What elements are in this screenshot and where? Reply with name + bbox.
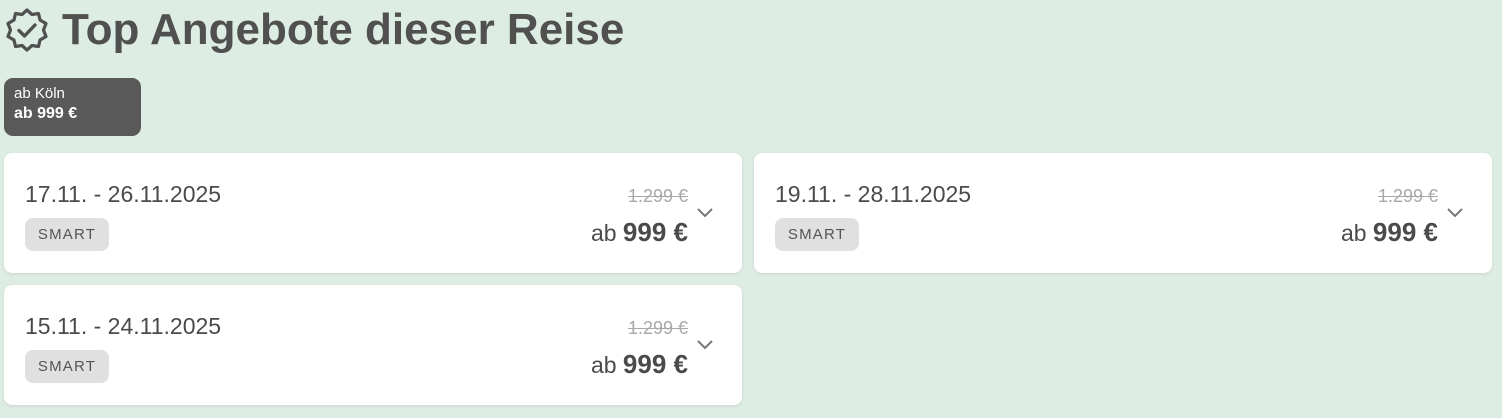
offer-price-amount: 999 € (622, 349, 688, 379)
offer-price: ab 999 € (1341, 217, 1438, 248)
departure-origin-label: ab Köln (14, 85, 65, 102)
offer-price: ab 999 € (591, 217, 688, 248)
offer-tag: SMART (25, 350, 109, 383)
chevron-down-icon[interactable] (1446, 205, 1464, 219)
chevron-down-icon[interactable] (696, 337, 714, 351)
offer-old-price: 1.299 € (1377, 186, 1438, 206)
offer-tag: SMART (775, 218, 859, 251)
offer-price-prefix: ab (590, 220, 617, 246)
offer-dates: 19.11. - 28.11.2025 (775, 181, 972, 207)
offer-old-price: 1.299 € (627, 318, 688, 338)
offer-price-amount: 999 € (622, 217, 688, 247)
chevron-down-icon[interactable] (696, 205, 714, 219)
offer-tag: SMART (25, 218, 109, 251)
offer-card[interactable]: 19.11. - 28.11.2025 SMART 1.299 € ab 999… (754, 153, 1492, 273)
offer-card[interactable]: 15.11. - 24.11.2025 SMART 1.299 € ab 999… (4, 285, 742, 405)
verified-badge-icon (4, 7, 50, 53)
offer-price-prefix: ab (590, 352, 617, 378)
section-heading: Top Angebote dieser Reise (4, 4, 624, 56)
offer-dates: 15.11. - 24.11.2025 (25, 313, 222, 339)
offer-dates: 17.11. - 26.11.2025 (25, 181, 222, 207)
offer-price-prefix: ab (1340, 220, 1367, 246)
offer-price: ab 999 € (591, 349, 688, 380)
offer-price-amount: 999 € (1372, 217, 1438, 247)
offer-old-price: 1.299 € (627, 186, 688, 206)
offer-card[interactable]: 17.11. - 26.11.2025 SMART 1.299 € ab 999… (4, 153, 742, 273)
departure-filter-chip[interactable]: ab Köln ab 999 € (4, 78, 141, 136)
page-title: Top Angebote dieser Reise (62, 5, 625, 54)
departure-price-label: ab 999 € (14, 105, 78, 122)
